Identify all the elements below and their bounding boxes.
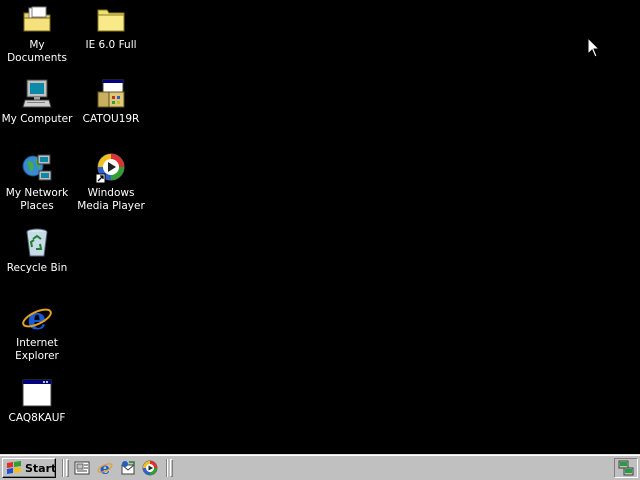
taskbar-separator bbox=[166, 459, 168, 477]
desktop-icon-ie-6-full-folder[interactable]: IE 6.0 Full bbox=[74, 4, 148, 52]
taskbar-separator bbox=[62, 459, 64, 477]
svg-text:e: e bbox=[100, 460, 110, 476]
desktop-icon-windows-media-player[interactable]: Windows Media Player bbox=[74, 152, 148, 213]
start-label: Start bbox=[25, 461, 57, 475]
media-player-icon[interactable] bbox=[142, 460, 158, 476]
desktop-icon-recycle-bin[interactable]: Recycle Bin bbox=[0, 227, 74, 275]
desktop-icon-label: My Network Places bbox=[5, 187, 69, 212]
internet-explorer-icon: e bbox=[21, 302, 53, 337]
toolbar-grip[interactable] bbox=[66, 459, 69, 477]
setup-program-icon bbox=[95, 78, 127, 110]
windows-logo-icon bbox=[6, 461, 22, 475]
desktop-icon-label: Internet Explorer bbox=[15, 337, 59, 362]
network-places-icon bbox=[21, 152, 53, 184]
show-desktop-icon[interactable] bbox=[74, 460, 90, 476]
desktop-icon-my-documents[interactable]: My Documents bbox=[0, 4, 74, 65]
desktop-icon-label: Windows Media Player bbox=[77, 187, 145, 212]
system-tray bbox=[614, 458, 638, 478]
svg-text:e: e bbox=[27, 302, 46, 334]
toolbar-grip[interactable] bbox=[170, 459, 173, 477]
my-computer-icon bbox=[21, 78, 53, 110]
start-button[interactable]: Start bbox=[2, 458, 56, 478]
folder-icon bbox=[95, 4, 127, 36]
desktop-icon-label: My Computer bbox=[1, 113, 73, 125]
desktop-icon-internet-explorer[interactable]: e Internet Explorer bbox=[0, 302, 74, 363]
media-player-icon bbox=[95, 152, 127, 184]
desktop-icon-caq8kauf[interactable]: CAQ8KAUF bbox=[0, 377, 74, 425]
outlook-express-icon[interactable] bbox=[120, 460, 136, 476]
desktop-icon-label: CAQ8KAUF bbox=[8, 412, 66, 424]
desktop-icon-my-network-places[interactable]: My Network Places bbox=[0, 152, 74, 213]
desktop[interactable]: My Documents IE 6.0 Full My Computer CAT… bbox=[0, 0, 640, 454]
taskbar: Start e bbox=[0, 454, 640, 480]
desktop-icon-label: CATOU19R bbox=[82, 113, 140, 125]
desktop-icon-label: IE 6.0 Full bbox=[85, 39, 137, 51]
application-window-icon bbox=[21, 377, 53, 409]
internet-explorer-icon[interactable]: e bbox=[97, 459, 113, 478]
network-tray-icon[interactable] bbox=[618, 460, 634, 476]
mouse-pointer-icon bbox=[587, 36, 601, 58]
recycle-bin-icon bbox=[21, 227, 53, 259]
desktop-icon-label: Recycle Bin bbox=[6, 262, 68, 274]
my-documents-folder-icon bbox=[21, 4, 53, 36]
desktop-icon-label: My Documents bbox=[7, 39, 67, 64]
desktop-icon-my-computer[interactable]: My Computer bbox=[0, 78, 74, 126]
desktop-icon-catou19r[interactable]: CATOU19R bbox=[74, 78, 148, 126]
